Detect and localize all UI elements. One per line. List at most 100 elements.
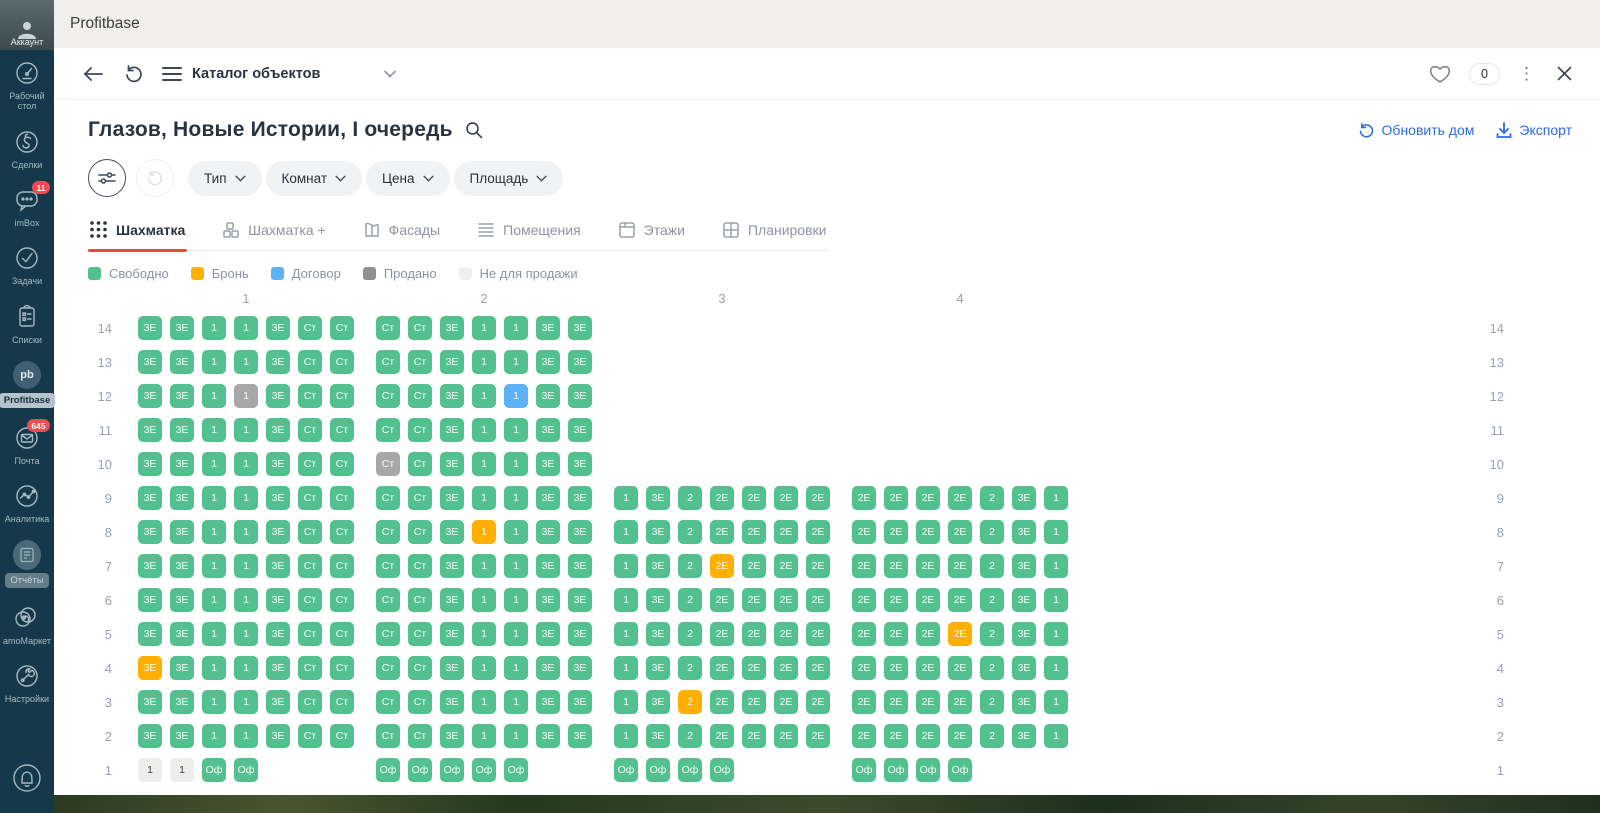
unit-cell[interactable]: 3Е — [266, 418, 290, 442]
unit-cell[interactable]: Оф — [916, 758, 940, 782]
unit-cell[interactable]: 1 — [202, 724, 226, 748]
unit-cell[interactable]: 1 — [1044, 622, 1068, 646]
unit-cell[interactable]: 3Е — [568, 316, 592, 340]
favorites-button[interactable] — [1425, 60, 1455, 88]
unit-cell[interactable]: 2Е — [742, 656, 766, 680]
unit-cell[interactable]: 2Е — [852, 656, 876, 680]
unit-cell[interactable]: 1 — [472, 418, 496, 442]
unit-cell[interactable]: Ст — [298, 656, 322, 680]
unit-cell[interactable]: 3Е — [440, 554, 464, 578]
unit-cell[interactable]: 1 — [202, 554, 226, 578]
unit-cell[interactable]: Ст — [330, 724, 354, 748]
unit-cell[interactable]: 3Е — [568, 486, 592, 510]
unit-cell[interactable]: 2 — [980, 486, 1004, 510]
unit-cell[interactable]: 1 — [202, 384, 226, 408]
unit-cell[interactable]: Ст — [408, 384, 432, 408]
more-menu-button[interactable]: ⋮ — [1514, 65, 1539, 82]
unit-cell[interactable]: 3Е — [266, 452, 290, 476]
unit-cell[interactable]: 2Е — [916, 588, 940, 612]
unit-cell[interactable]: 1 — [1044, 690, 1068, 714]
filter-pill-4[interactable]: Площадь — [454, 161, 564, 196]
back-button[interactable] — [78, 62, 108, 86]
unit-cell[interactable]: 3Е — [646, 656, 670, 680]
unit-cell[interactable]: 2Е — [806, 656, 830, 680]
unit-cell[interactable]: Ст — [330, 554, 354, 578]
unit-cell[interactable]: 2 — [980, 588, 1004, 612]
unit-cell[interactable]: Ст — [376, 418, 400, 442]
unit-cell[interactable]: 3Е — [646, 724, 670, 748]
unit-cell[interactable]: 3Е — [568, 656, 592, 680]
unit-cell[interactable]: 2Е — [948, 656, 972, 680]
unit-cell[interactable]: Ст — [298, 486, 322, 510]
unit-cell[interactable]: Ст — [330, 486, 354, 510]
unit-cell[interactable]: 1 — [472, 384, 496, 408]
unit-cell[interactable]: Оф — [408, 758, 432, 782]
unit-cell[interactable]: Ст — [298, 520, 322, 544]
unit-cell[interactable]: 3Е — [568, 622, 592, 646]
unit-cell[interactable]: Ст — [330, 588, 354, 612]
unit-cell[interactable]: 2 — [980, 622, 1004, 646]
unit-cell[interactable]: 1 — [504, 418, 528, 442]
unit-cell[interactable]: 1 — [614, 690, 638, 714]
unit-cell[interactable]: 3Е — [1012, 588, 1036, 612]
unit-cell[interactable]: 3Е — [568, 384, 592, 408]
unit-cell[interactable]: 3Е — [440, 486, 464, 510]
unit-cell[interactable]: 2 — [678, 486, 702, 510]
unit-cell[interactable]: 3Е — [138, 520, 162, 544]
sidebar-item-mail[interactable]: 645Почта — [0, 415, 54, 473]
unit-cell[interactable]: 1 — [472, 486, 496, 510]
unit-cell[interactable]: 3Е — [440, 384, 464, 408]
unit-cell[interactable]: Ст — [376, 452, 400, 476]
unit-cell[interactable]: 3Е — [138, 622, 162, 646]
unit-cell[interactable]: Ст — [376, 588, 400, 612]
unit-cell[interactable]: Ст — [376, 656, 400, 680]
unit-cell[interactable]: 1 — [234, 316, 258, 340]
unit-cell[interactable]: 2Е — [710, 520, 734, 544]
unit-cell[interactable]: 2Е — [806, 588, 830, 612]
unit-cell[interactable]: 1 — [472, 622, 496, 646]
unit-cell[interactable]: 2Е — [710, 554, 734, 578]
unit-cell[interactable]: 1 — [1044, 554, 1068, 578]
unit-cell[interactable]: 1 — [202, 486, 226, 510]
unit-cell[interactable]: 2 — [980, 690, 1004, 714]
unit-cell[interactable]: 3Е — [440, 520, 464, 544]
unit-cell[interactable]: 1 — [614, 588, 638, 612]
unit-cell[interactable]: 1 — [202, 350, 226, 374]
unit-cell[interactable]: 2Е — [852, 724, 876, 748]
unit-cell[interactable]: 3Е — [1012, 690, 1036, 714]
unit-cell[interactable]: 2Е — [774, 588, 798, 612]
unit-cell[interactable]: Оф — [202, 758, 226, 782]
unit-cell[interactable]: Ст — [330, 350, 354, 374]
unit-cell[interactable]: 3Е — [646, 622, 670, 646]
unit-cell[interactable]: 1 — [472, 350, 496, 374]
unit-cell[interactable]: 1 — [472, 520, 496, 544]
unit-cell[interactable]: Ст — [298, 316, 322, 340]
unit-cell[interactable]: Ст — [376, 350, 400, 374]
unit-cell[interactable]: 1 — [504, 622, 528, 646]
unit-cell[interactable]: 2Е — [948, 690, 972, 714]
unit-cell[interactable]: 3Е — [568, 724, 592, 748]
unit-cell[interactable]: Оф — [710, 758, 734, 782]
unit-cell[interactable]: 2Е — [806, 622, 830, 646]
unit-cell[interactable]: 1 — [234, 656, 258, 680]
unit-cell[interactable]: Ст — [298, 384, 322, 408]
unit-cell[interactable]: 2Е — [774, 690, 798, 714]
unit-cell[interactable]: Ст — [376, 384, 400, 408]
unit-cell[interactable]: 3Е — [568, 554, 592, 578]
sidebar-item-profitbase[interactable]: pbProfitbase — [0, 352, 54, 415]
unit-cell[interactable]: 2 — [678, 622, 702, 646]
tab-этажи[interactable]: Этажи — [617, 215, 687, 250]
unit-cell[interactable]: 3Е — [536, 588, 560, 612]
unit-cell[interactable]: 3Е — [646, 520, 670, 544]
unit-cell[interactable]: 3Е — [138, 656, 162, 680]
unit-cell[interactable]: Ст — [408, 656, 432, 680]
unit-cell[interactable]: 3Е — [646, 554, 670, 578]
unit-cell[interactable]: 1 — [234, 350, 258, 374]
unit-cell[interactable]: 2Е — [884, 486, 908, 510]
unit-cell[interactable]: 1 — [504, 554, 528, 578]
unit-cell[interactable]: 2Е — [948, 554, 972, 578]
unit-cell[interactable]: 2Е — [916, 554, 940, 578]
unit-cell[interactable]: 2Е — [742, 554, 766, 578]
unit-cell[interactable]: 3Е — [536, 622, 560, 646]
unit-cell[interactable]: 3Е — [440, 724, 464, 748]
